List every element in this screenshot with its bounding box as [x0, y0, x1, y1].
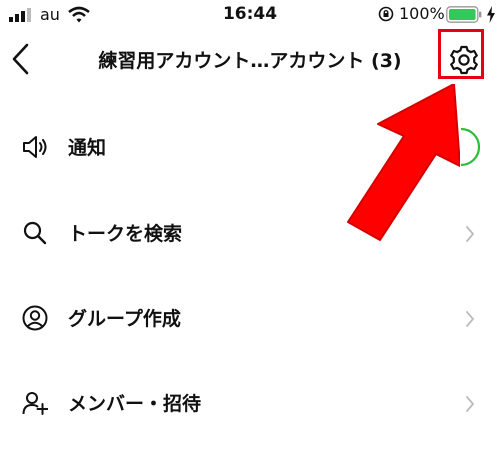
menu-item-label: メンバー・招待	[68, 393, 202, 415]
back-button[interactable]	[10, 42, 32, 76]
notification-toggle[interactable]	[454, 126, 500, 168]
orientation-lock-icon	[378, 6, 394, 22]
menu-item-label: グループ作成	[68, 308, 181, 330]
chat-header: 練習用アカウント…アカウント (3)	[0, 30, 500, 90]
speaker-icon	[23, 136, 47, 158]
menu-item-create-group[interactable]: グループ作成	[0, 277, 500, 361]
menu-item-label: 通知	[68, 137, 107, 159]
chat-title: 練習用アカウント…アカウント (3)	[98, 50, 402, 72]
chevron-right-icon	[466, 396, 474, 412]
chevron-right-icon	[466, 226, 474, 242]
search-icon	[23, 221, 47, 245]
add-user-icon	[22, 392, 48, 415]
menu-item-label: トークを検索	[68, 223, 183, 245]
charging-bolt-icon	[487, 6, 495, 23]
user-circle-icon	[22, 305, 48, 331]
pointer-arrow-annotation	[347, 84, 460, 241]
status-bar: au 16:44 100%	[0, 0, 500, 30]
chevron-right-icon	[466, 311, 474, 327]
highlight-box	[438, 29, 484, 79]
menu-item-members-invite[interactable]: メンバー・招待	[0, 362, 500, 446]
battery-icon	[446, 6, 482, 23]
battery-percent: 100%	[399, 4, 445, 23]
